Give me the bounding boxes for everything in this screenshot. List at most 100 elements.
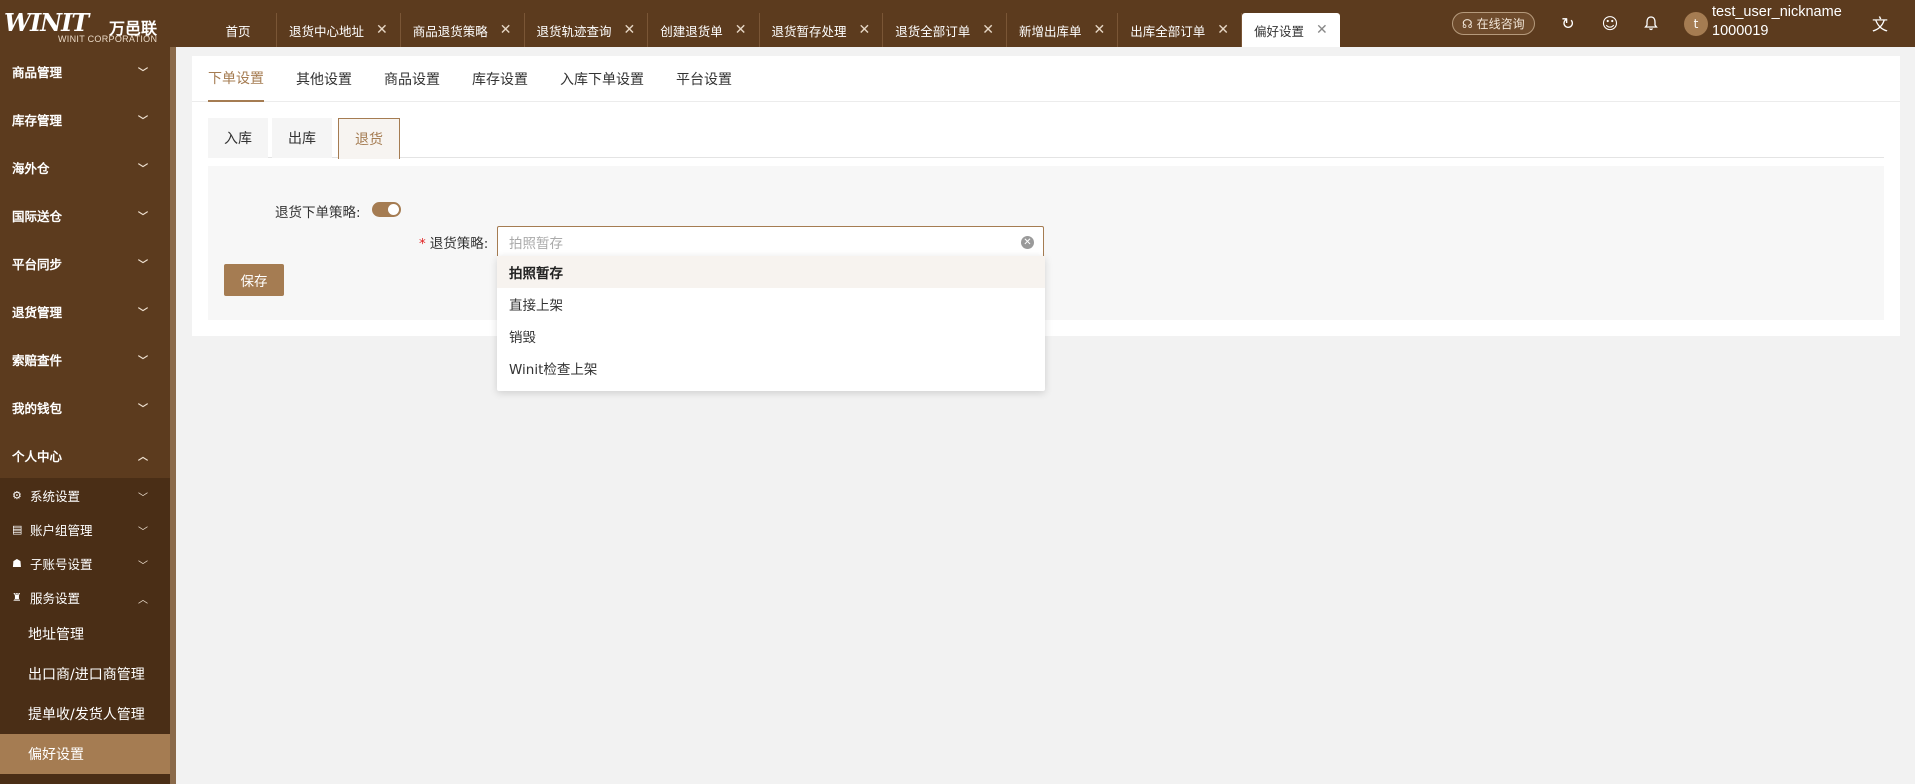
tab-return-center-address[interactable]: 退货中心地址 ✕ xyxy=(277,13,401,47)
sidebar-leaf-label: 偏好设置 xyxy=(28,747,84,763)
tab-label: 新增出库单 xyxy=(1019,23,1082,39)
sidebar-group-intl-delivery[interactable]: 国际送仓 ﹀ xyxy=(0,191,170,239)
close-icon[interactable]: ✕ xyxy=(735,22,747,38)
order-type-tabs: 入库 出库 退货 xyxy=(208,118,1884,159)
gear-icon: ⚙ xyxy=(12,488,22,502)
sidebar-leaf-consignee[interactable]: 提单收/发货人管理 xyxy=(0,694,170,734)
tab-all-return-orders[interactable]: 退货全部订单 ✕ xyxy=(883,13,1007,47)
sidebar-item-service-settings[interactable]: ♜ 服务设置 ︿ xyxy=(0,580,170,614)
sidebar-leaf-exporter-importer[interactable]: 出口商/进口商管理 xyxy=(0,654,170,694)
sidebar-group-overseas-warehouse[interactable]: 海外仓 ﹀ xyxy=(0,143,170,191)
close-icon[interactable]: ✕ xyxy=(1316,22,1328,38)
sidebar-scrollbar[interactable] xyxy=(170,47,176,784)
sidebar-group-label: 退货管理 xyxy=(12,304,63,320)
sidebar-item-sub-account[interactable]: ☗ 子账号设置 ﹀ xyxy=(0,546,170,580)
tab-product-return-strategy[interactable]: 商品退货策略 ✕ xyxy=(401,13,525,47)
logo-sub: WINIT CORPORATION xyxy=(58,34,158,44)
strategy-label: * 退货策略: xyxy=(419,232,488,252)
order-settings-panel: 入库 出库 退货 退货下单策略: * 退货策略: 拍照暂存 ✕ 保存 xyxy=(208,118,1884,320)
scrollbar-thumb[interactable] xyxy=(170,47,176,784)
tab-platform-settings[interactable]: 平台设置 xyxy=(676,56,732,102)
tab-preferences[interactable]: 偏好设置 ✕ xyxy=(1242,13,1340,47)
sidebar: 商品管理 ﹀ 库存管理 ﹀ 海外仓 ﹀ 国际送仓 ﹀ 平台同步 ﹀ 退货管理 ﹀ 索赔查件 ﹀… xyxy=(0,47,176,784)
sidebar-group-label: 商品管理 xyxy=(12,64,63,80)
settings-tabs: 下单设置 其他设置 商品设置 库存设置 入库下单设置 平台设置 xyxy=(192,56,1900,102)
required-mark: * xyxy=(419,236,426,252)
translate-icon[interactable]: 文 xyxy=(1869,12,1891,34)
refresh-icon[interactable]: ↻ xyxy=(1557,12,1579,34)
tab-create-return[interactable]: 创建退货单 ✕ xyxy=(648,13,760,47)
strategy-toggle[interactable] xyxy=(372,202,401,217)
logo: WINIT 万邑联 WINIT CORPORATION xyxy=(4,5,174,45)
save-button[interactable]: 保存 xyxy=(224,264,284,296)
tab-outbound[interactable]: 出库 xyxy=(272,118,332,158)
user-info[interactable]: test_user_nickname 1000019 xyxy=(1712,3,1842,41)
sidebar-group-inventory[interactable]: 库存管理 ﹀ xyxy=(0,95,170,143)
sidebar-leaf-label: 提单收/发货人管理 xyxy=(28,707,145,723)
tab-return[interactable]: 退货 xyxy=(338,118,400,159)
close-icon[interactable]: ✕ xyxy=(1094,22,1106,38)
sidebar-group-label: 索赔查件 xyxy=(12,352,63,368)
sidebar-group-returns[interactable]: 退货管理 ﹀ xyxy=(0,287,170,335)
close-icon[interactable]: ✕ xyxy=(376,22,388,38)
sidebar-submenu: ⚙ 系统设置 ﹀ ▤ 账户组管理 ﹀ ☗ 子账号设置 ﹀ ♜ 服务设置 ︿ 地址管理 出口商/进… xyxy=(0,478,170,784)
chevron-down-icon: ﹀ xyxy=(138,404,148,415)
option-direct-shelve[interactable]: 直接上架 xyxy=(497,288,1045,320)
close-icon[interactable]: ✕ xyxy=(982,22,994,38)
sidebar-item-label: 服务设置 xyxy=(30,590,81,606)
sidebar-group-claims[interactable]: 索赔查件 ﹀ xyxy=(0,335,170,383)
close-icon[interactable]: ✕ xyxy=(1217,22,1229,38)
tab-order-settings[interactable]: 下单设置 xyxy=(208,56,264,102)
card-icon: ▤ xyxy=(12,522,23,536)
tab-return-hold[interactable]: 退货暂存处理 ✕ xyxy=(760,13,884,47)
sidebar-group-platform-sync[interactable]: 平台同步 ﹀ xyxy=(0,239,170,287)
clear-icon[interactable]: ✕ xyxy=(1021,236,1034,249)
sidebar-group-label: 个人中心 xyxy=(12,448,63,464)
close-icon[interactable]: ✕ xyxy=(624,22,636,38)
chevron-down-icon: ﹀ xyxy=(138,68,148,79)
user-id: 1000019 xyxy=(1712,23,1769,39)
option-winit-inspect-shelve[interactable]: Winit检查上架 xyxy=(497,352,1045,384)
consult-label: 在线咨询 xyxy=(1476,17,1525,31)
close-icon[interactable]: ✕ xyxy=(500,22,512,38)
tab-all-outbound-orders[interactable]: 出库全部订单 ✕ xyxy=(1118,13,1242,47)
tab-inbound-order-settings[interactable]: 入库下单设置 xyxy=(560,56,644,102)
tab-label: 退货暂存处理 xyxy=(771,23,847,39)
tab-inventory-settings[interactable]: 库存设置 xyxy=(472,56,528,102)
sidebar-leaf-label: 出口商/进口商管理 xyxy=(28,667,145,683)
sidebar-item-label: 子账号设置 xyxy=(30,556,93,572)
user-name: test_user_nickname xyxy=(1712,4,1842,20)
tab-label: 偏好设置 xyxy=(1254,23,1305,39)
sidebar-group-wallet[interactable]: 我的钱包 ﹀ xyxy=(0,383,170,431)
chevron-down-icon: ﹀ xyxy=(138,493,148,504)
avatar[interactable]: t xyxy=(1684,12,1708,36)
sidebar-item-label: 账户组管理 xyxy=(30,522,93,538)
strategy-select[interactable]: 拍照暂存 ✕ xyxy=(497,226,1044,258)
strategy-toggle-label: 退货下单策略: xyxy=(275,205,361,221)
tab-label: 商品退货策略 xyxy=(412,23,488,39)
tab-other-settings[interactable]: 其他设置 xyxy=(296,56,352,102)
tab-label: 出库全部订单 xyxy=(1130,23,1206,39)
bell-icon[interactable] xyxy=(1640,12,1662,34)
tab-label: 创建退货单 xyxy=(660,23,723,39)
smile-icon[interactable]: ☺ xyxy=(1599,12,1621,34)
tab-inbound[interactable]: 入库 xyxy=(208,118,268,158)
sidebar-leaf-address[interactable]: 地址管理 xyxy=(0,614,170,654)
sidebar-leaf-preferences[interactable]: 偏好设置 xyxy=(0,734,170,774)
org-icon: ☗ xyxy=(12,556,22,570)
sidebar-item-system-settings[interactable]: ⚙ 系统设置 ﹀ xyxy=(0,478,170,512)
chevron-down-icon: ﹀ xyxy=(138,561,148,572)
online-consult-button[interactable]: ☊ 在线咨询 xyxy=(1452,12,1535,35)
sidebar-group-product[interactable]: 商品管理 ﹀ xyxy=(0,47,170,95)
sidebar-item-account-group[interactable]: ▤ 账户组管理 ﹀ xyxy=(0,512,170,546)
tab-home[interactable]: 首页 xyxy=(200,13,277,47)
tab-product-settings[interactable]: 商品设置 xyxy=(384,56,440,102)
close-icon[interactable]: ✕ xyxy=(859,22,871,38)
tab-return-tracking[interactable]: 退货轨迹查询 ✕ xyxy=(525,13,649,47)
tab-new-outbound[interactable]: 新增出库单 ✕ xyxy=(1007,13,1119,47)
sidebar-group-label: 海外仓 xyxy=(12,160,50,176)
option-photo-hold[interactable]: 拍照暂存 xyxy=(497,256,1045,288)
sidebar-group-personal-center[interactable]: 个人中心 ︿ xyxy=(0,431,170,479)
sidebar-group-label: 国际送仓 xyxy=(12,208,63,224)
option-destroy[interactable]: 销毁 xyxy=(497,320,1045,352)
